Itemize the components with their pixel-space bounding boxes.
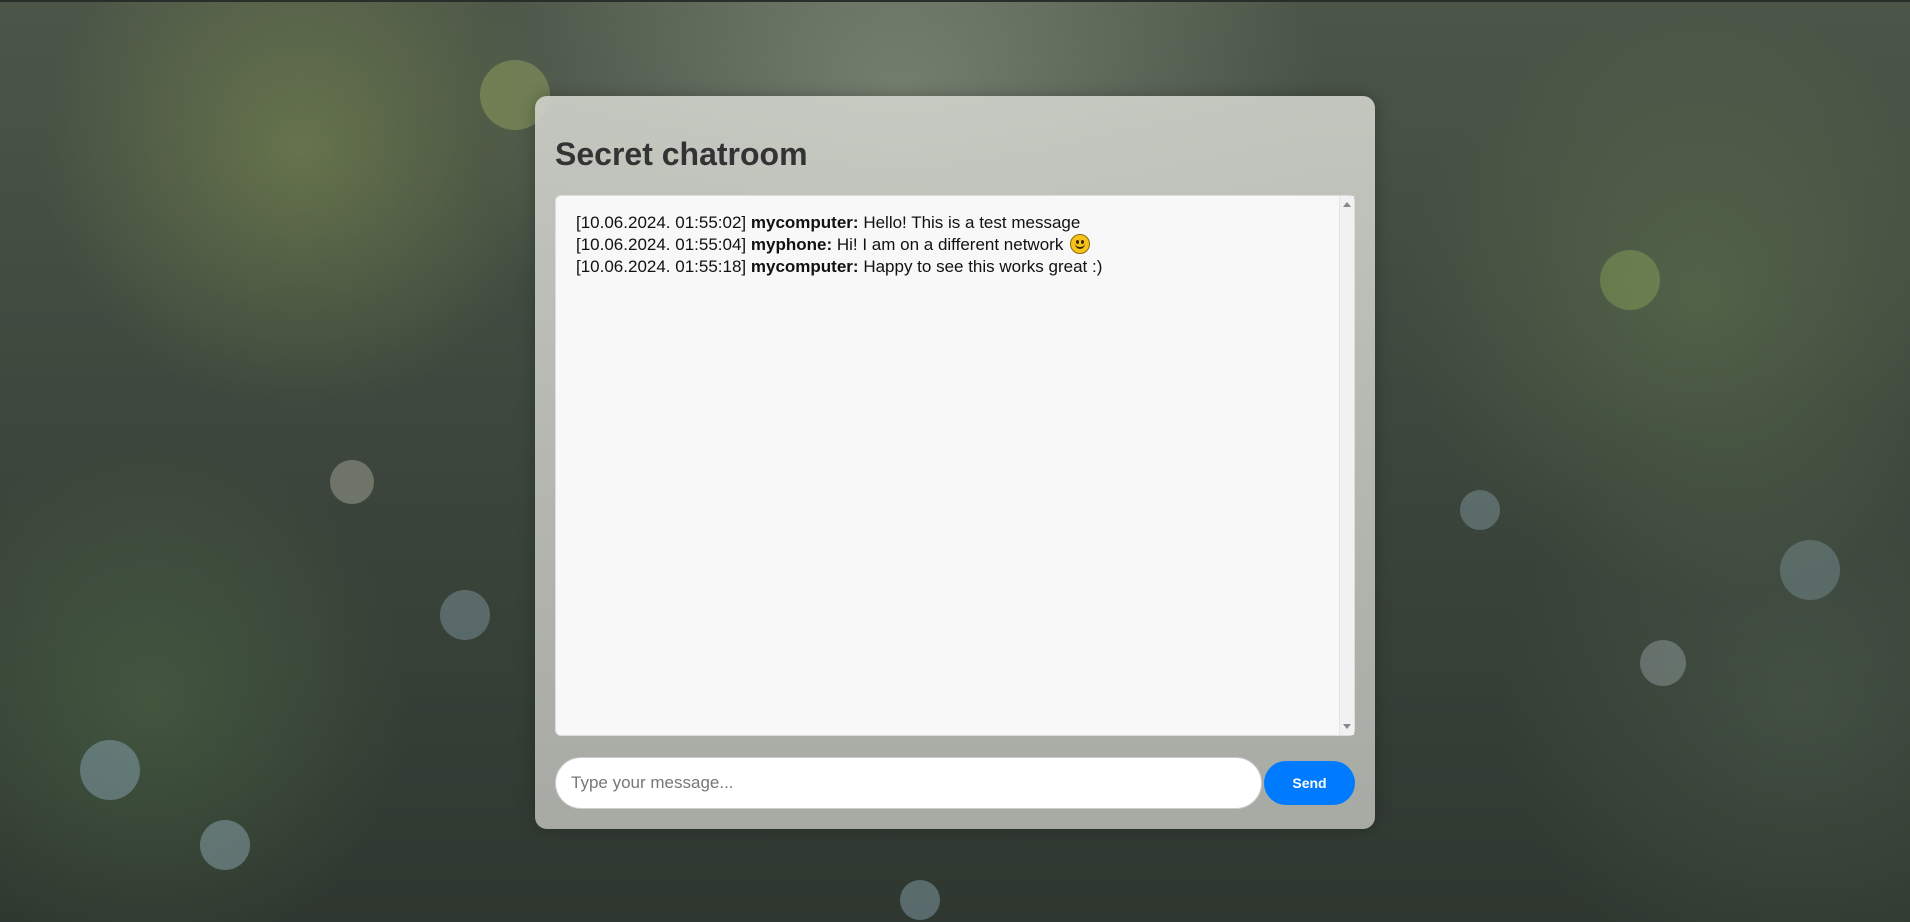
- window-top-border: [0, 0, 1910, 2]
- message-item: [10.06.2024. 01:55:18] mycomputer: Happy…: [576, 256, 1330, 278]
- slightly-smiling-face-icon: [1070, 234, 1091, 254]
- message-text: Hi! I am on a different network: [836, 235, 1064, 254]
- message-user: myphone:: [750, 235, 833, 254]
- message-text: Hello! This is a test message: [863, 213, 1081, 232]
- page-title: Secret chatroom: [555, 136, 808, 172]
- message-user: mycomputer:: [750, 213, 859, 232]
- send-button[interactable]: Send: [1264, 761, 1355, 805]
- message-timestamp: [10.06.2024. 01:55:04]: [576, 235, 747, 254]
- message-timestamp: [10.06.2024. 01:55:02]: [576, 213, 747, 232]
- message-list: [10.06.2024. 01:55:02] mycomputer: Hello…: [576, 212, 1330, 278]
- message-timestamp: [10.06.2024. 01:55:18]: [576, 257, 747, 276]
- message-text: Happy to see this works great :): [863, 257, 1103, 276]
- message-item: [10.06.2024. 01:55:04] myphone: Hi! I am…: [576, 234, 1330, 256]
- message-user: mycomputer:: [750, 257, 859, 276]
- chat-messages-box[interactable]: [10.06.2024. 01:55:02] mycomputer: Hello…: [555, 195, 1355, 736]
- scroll-up-arrow-icon[interactable]: [1343, 202, 1351, 207]
- scroll-down-arrow-icon[interactable]: [1343, 724, 1351, 729]
- message-input[interactable]: [555, 757, 1262, 809]
- chat-container: Secret chatroom [10.06.2024. 01:55:02] m…: [535, 96, 1375, 829]
- vertical-scrollbar[interactable]: [1339, 196, 1354, 735]
- message-item: [10.06.2024. 01:55:02] mycomputer: Hello…: [576, 212, 1330, 234]
